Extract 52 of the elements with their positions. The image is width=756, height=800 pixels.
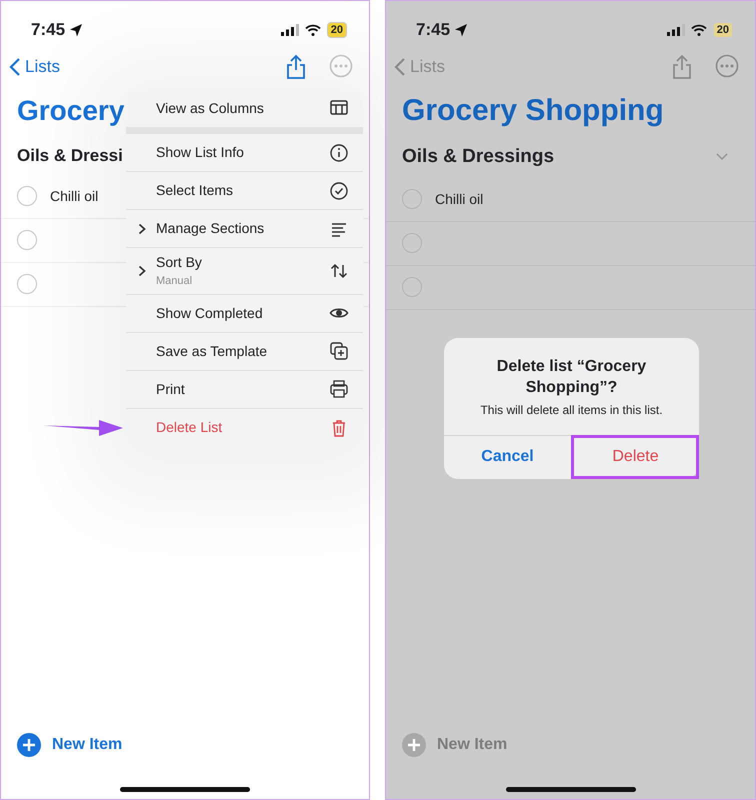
menu-item[interactable]: Show List Info	[126, 134, 363, 172]
battery-level: 20	[712, 22, 733, 38]
share-icon[interactable]	[285, 54, 307, 80]
duplicate-icon	[329, 341, 349, 361]
list-title: Grocery	[17, 94, 124, 128]
list-title: Grocery Shopping	[402, 93, 664, 129]
columns-icon	[329, 98, 349, 118]
checkmark-circle-icon	[329, 180, 349, 200]
chevron-left-icon	[9, 57, 21, 77]
cancel-button[interactable]: Cancel	[444, 436, 571, 478]
chevron-left-icon	[394, 57, 406, 77]
menu-item-subtitle: Manual	[156, 274, 194, 289]
signal-icon	[280, 24, 299, 36]
plus-circle-icon	[17, 733, 41, 757]
location-icon	[69, 23, 84, 37]
alert-title: Delete list “Grocery Shopping”?	[496, 357, 648, 398]
item-text: Chilli oil	[50, 186, 98, 206]
checkbox[interactable]	[17, 230, 37, 250]
menu-item[interactable]: Show Completed	[126, 294, 363, 332]
menu-item[interactable]: Select Items	[126, 172, 363, 210]
menu-item[interactable]: View as Columns	[126, 89, 363, 127]
checkbox[interactable]	[17, 186, 37, 206]
menu-item[interactable]: Print	[126, 370, 363, 408]
new-item-button[interactable]: New Item	[1, 733, 369, 787]
status-time: 7:45	[31, 19, 66, 42]
chevron-down-icon[interactable]	[715, 152, 729, 162]
status-time: 7:45	[416, 19, 450, 42]
back-button[interactable]: Lists	[9, 54, 60, 80]
item-text: Chilli oil	[435, 190, 484, 208]
more-icon[interactable]	[329, 54, 353, 78]
printer-icon	[329, 379, 349, 399]
menu-item[interactable]: Manage Sections	[126, 210, 363, 248]
section-title: Oils & Dressings	[402, 145, 554, 169]
checkbox[interactable]	[402, 189, 422, 209]
section-title: Oils & Dressi	[17, 145, 123, 167]
menu-item[interactable]: Delete List	[126, 408, 363, 446]
plus-circle-icon	[402, 733, 426, 757]
checkbox[interactable]	[402, 233, 422, 253]
wifi-icon	[690, 24, 707, 36]
checkbox[interactable]	[17, 274, 37, 294]
more-icon[interactable]	[715, 54, 739, 78]
checkbox[interactable]	[402, 277, 422, 297]
alert-message: This will delete all items in this list.	[479, 402, 664, 419]
menu-item[interactable]: Save as Template	[126, 332, 363, 370]
info-icon	[329, 142, 349, 162]
wifi-icon	[304, 24, 321, 36]
share-icon[interactable]	[671, 54, 693, 80]
signal-icon	[666, 24, 685, 36]
delete-button[interactable]: Delete	[571, 435, 699, 479]
location-icon	[454, 23, 468, 37]
menu-item[interactable]: Sort By Manual	[126, 248, 363, 294]
battery-level: 20	[326, 22, 347, 38]
